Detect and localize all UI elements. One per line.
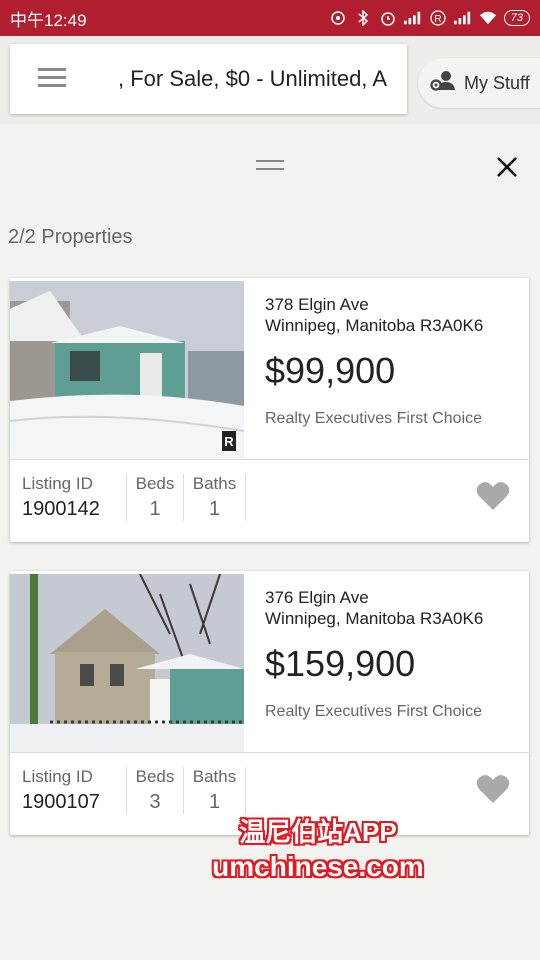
my-stuff-button[interactable]: My Stuff bbox=[418, 58, 540, 108]
listing-card[interactable]: 376 Elgin Ave Winnipeg, Manitoba R3A0K6 … bbox=[10, 571, 529, 835]
close-icon bbox=[497, 157, 517, 177]
results-count: 2/2 Properties bbox=[8, 226, 133, 248]
baths-stat: Baths 1 bbox=[183, 474, 246, 521]
listing-photo[interactable] bbox=[10, 574, 244, 752]
status-time: 中午12:49 bbox=[10, 10, 87, 30]
listing-id-value: 1900107 bbox=[22, 791, 100, 813]
search-bar[interactable]: , For Sale, $0 - Unlimited, A bbox=[10, 44, 407, 114]
listing-id-label: Listing ID bbox=[22, 474, 93, 493]
listing-info: 378 Elgin Ave Winnipeg, Manitoba R3A0K6 … bbox=[265, 294, 519, 428]
listing-info: 376 Elgin Ave Winnipeg, Manitoba R3A0K6 … bbox=[265, 587, 519, 721]
watermark: 温尼伯站APP umchinese.com bbox=[198, 812, 438, 883]
listing-id-stat: Listing ID 1900142 bbox=[22, 474, 126, 521]
beds-value: 3 bbox=[149, 791, 161, 813]
card-divider bbox=[10, 459, 529, 460]
beds-label: Beds bbox=[135, 767, 175, 786]
listing-brokerage: Realty Executives First Choice bbox=[265, 410, 482, 427]
listing-stats: Listing ID 1900107 Beds 3 Baths 1 bbox=[22, 767, 246, 814]
listing-stats: Listing ID 1900142 Beds 1 Baths 1 bbox=[22, 474, 246, 521]
svg-text:R: R bbox=[224, 434, 234, 449]
beds-value: 1 bbox=[149, 498, 161, 520]
listing-brokerage: Realty Executives First Choice bbox=[265, 703, 482, 720]
listing-address-line2: Winnipeg, Manitoba R3A0K6 bbox=[265, 609, 484, 628]
drag-handle-icon[interactable] bbox=[256, 160, 284, 172]
user-gear-icon bbox=[430, 70, 456, 97]
wifi-icon bbox=[479, 9, 497, 27]
alarm-eye-icon bbox=[329, 9, 347, 27]
baths-label: Baths bbox=[192, 767, 237, 786]
search-filter-summary[interactable]: , For Sale, $0 - Unlimited, A bbox=[118, 66, 401, 92]
listing-card[interactable]: R 378 Elgin Ave Winnipeg, Manitoba R3A0K… bbox=[10, 278, 529, 542]
status-bar: 中午12:49 R 73 bbox=[0, 0, 540, 36]
baths-value: 1 bbox=[208, 791, 221, 813]
listing-price: $159,900 bbox=[265, 643, 416, 684]
watermark-line1: 温尼伯站APP bbox=[239, 817, 397, 847]
alarm-clock-icon bbox=[379, 9, 397, 27]
beds-stat: Beds 1 bbox=[126, 474, 183, 521]
favorite-heart-icon[interactable] bbox=[476, 481, 510, 511]
close-button[interactable] bbox=[492, 152, 522, 182]
my-stuff-label: My Stuff bbox=[464, 72, 530, 93]
bluetooth-icon bbox=[354, 9, 372, 27]
status-icons: R 73 bbox=[329, 9, 530, 27]
listing-photo[interactable]: R bbox=[10, 281, 244, 459]
listing-id-stat: Listing ID 1900107 bbox=[22, 767, 126, 814]
listing-address-line1: 376 Elgin Ave bbox=[265, 588, 369, 607]
top-bar: , For Sale, $0 - Unlimited, A My Stuff bbox=[0, 36, 540, 124]
results-drawer-header bbox=[0, 124, 540, 210]
baths-label: Baths bbox=[192, 474, 237, 493]
signal-icon bbox=[403, 9, 422, 27]
signal-2-icon bbox=[453, 9, 472, 27]
svg-text:R: R bbox=[434, 14, 441, 25]
listing-address-line2: Winnipeg, Manitoba R3A0K6 bbox=[265, 316, 484, 335]
beds-stat: Beds 3 bbox=[126, 767, 183, 814]
listing-address-line1: 378 Elgin Ave bbox=[265, 295, 369, 314]
roaming-icon: R bbox=[429, 9, 447, 27]
beds-label: Beds bbox=[135, 474, 175, 493]
watermark-line2: umchinese.com bbox=[212, 851, 424, 882]
menu-icon[interactable] bbox=[38, 68, 66, 88]
listing-id-value: 1900142 bbox=[22, 498, 100, 520]
listing-id-label: Listing ID bbox=[22, 767, 93, 786]
baths-stat: Baths 1 bbox=[183, 767, 246, 814]
listing-price: $99,900 bbox=[265, 350, 396, 391]
baths-value: 1 bbox=[208, 498, 221, 520]
card-divider bbox=[10, 752, 529, 753]
battery-indicator: 73 bbox=[503, 10, 530, 26]
favorite-heart-icon[interactable] bbox=[476, 774, 510, 804]
